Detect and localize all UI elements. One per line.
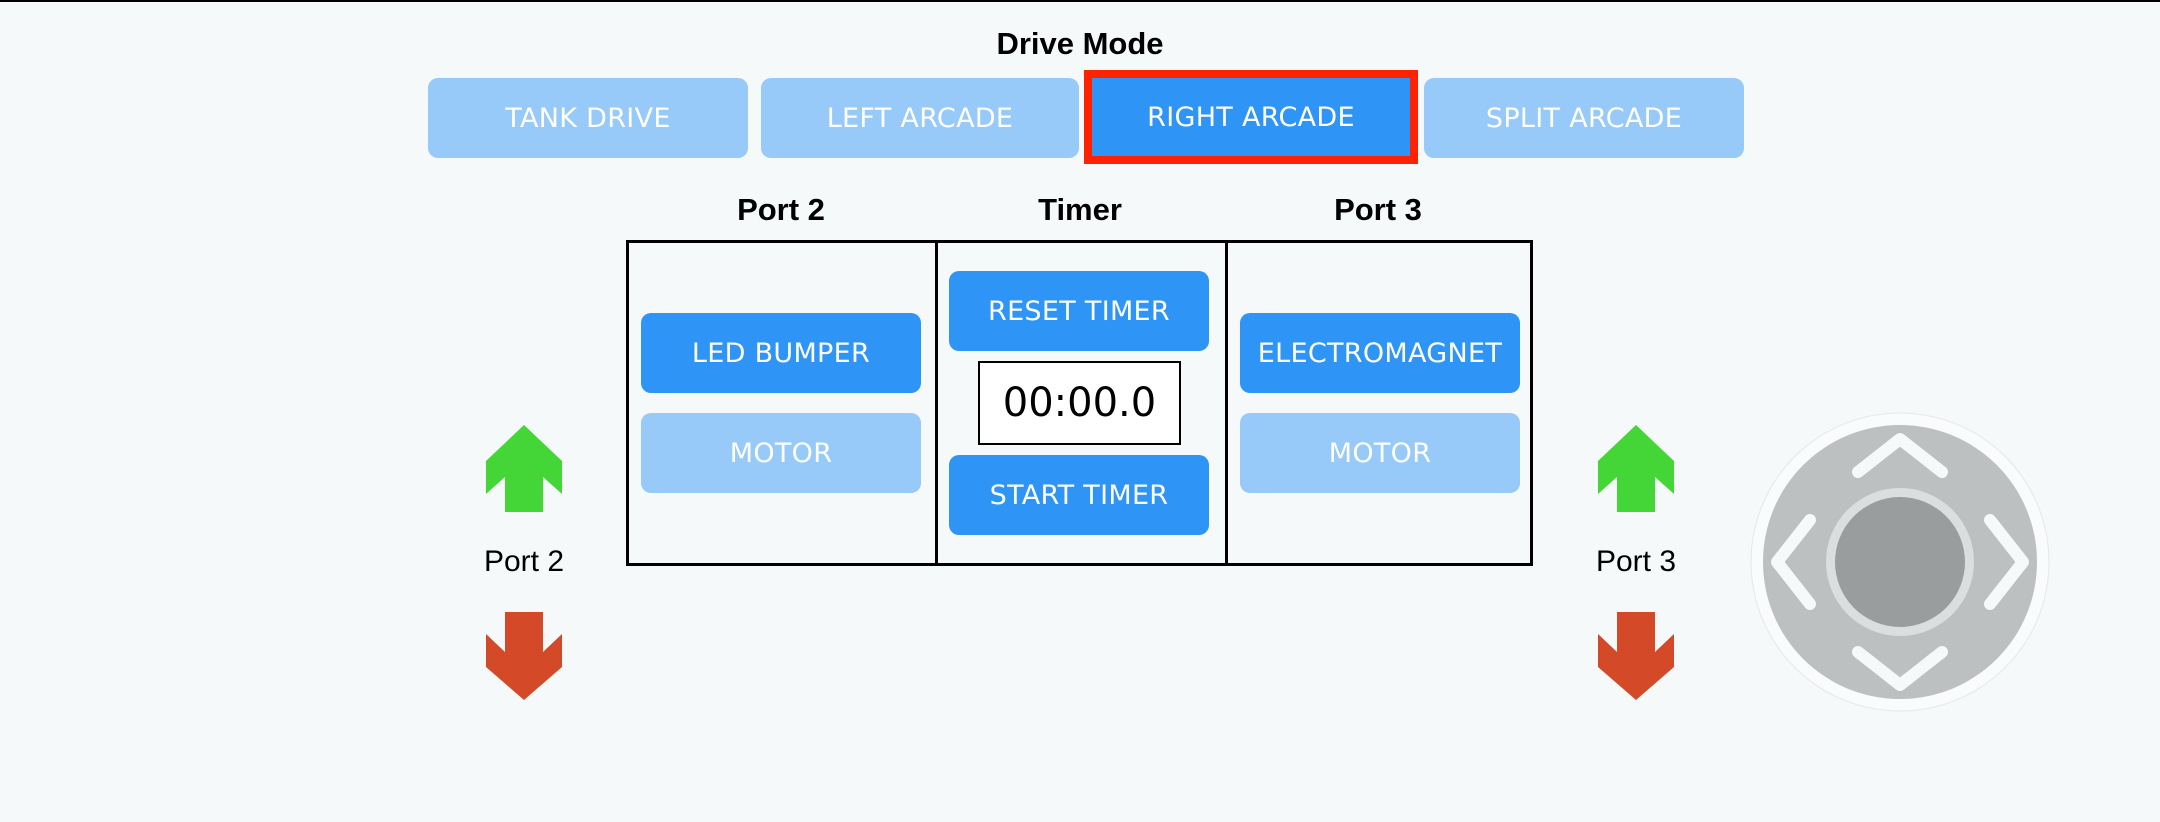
port2-motor-button[interactable]: MOTOR bbox=[641, 413, 921, 493]
start-timer-button[interactable]: START TIMER bbox=[949, 455, 1209, 535]
port3-label: Port 3 bbox=[1595, 545, 1677, 578]
port3-header: Port 3 bbox=[1334, 192, 1422, 227]
left-arcade-button[interactable]: LEFT ARCADE bbox=[761, 78, 1079, 158]
timer-header: Timer bbox=[1038, 192, 1122, 227]
timer-display: 00:00.0 bbox=[978, 361, 1181, 445]
joystick-control[interactable] bbox=[1750, 412, 2050, 712]
column-divider bbox=[1225, 243, 1228, 563]
led-bumper-button[interactable]: LED BUMPER bbox=[641, 313, 921, 393]
electromagnet-button[interactable]: ELECTROMAGNET bbox=[1240, 313, 1520, 393]
top-border bbox=[0, 0, 2160, 2]
port2-header: Port 2 bbox=[737, 192, 825, 227]
reset-timer-button[interactable]: RESET TIMER bbox=[949, 271, 1209, 351]
drive-mode-title: Drive Mode bbox=[996, 26, 1164, 61]
port2-down-arrow-icon[interactable] bbox=[486, 612, 562, 700]
port3-motor-button[interactable]: MOTOR bbox=[1240, 413, 1520, 493]
tank-drive-button[interactable]: TANK DRIVE bbox=[428, 78, 748, 158]
split-arcade-button[interactable]: SPLIT ARCADE bbox=[1424, 78, 1744, 158]
joystick-knob[interactable] bbox=[1835, 497, 1965, 627]
port2-label: Port 2 bbox=[483, 545, 565, 578]
right-arcade-button[interactable]: RIGHT ARCADE bbox=[1092, 78, 1410, 156]
port2-up-arrow-icon[interactable] bbox=[486, 425, 562, 512]
column-divider bbox=[935, 243, 938, 563]
port3-down-arrow-icon[interactable] bbox=[1598, 612, 1674, 700]
port3-up-arrow-icon[interactable] bbox=[1598, 425, 1674, 512]
